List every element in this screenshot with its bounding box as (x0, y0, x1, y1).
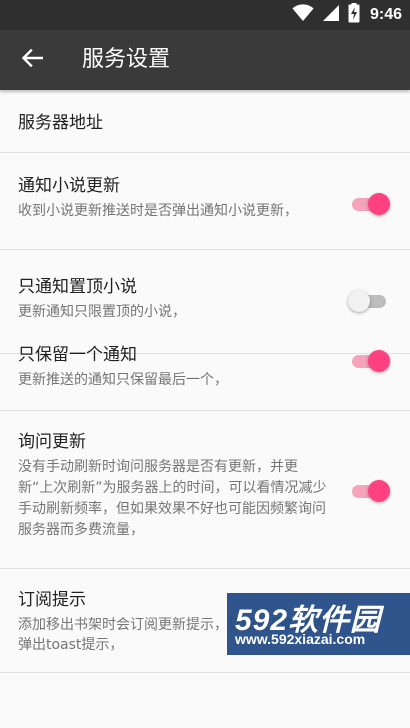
setting-notify-novel-update[interactable]: 通知小说更新 收到小说更新推送时是否弹出通知小说更新， (0, 153, 410, 250)
page-title: 服务设置 (82, 47, 171, 72)
setting-title: 只保留一个通知 (18, 345, 137, 365)
setting-summary: 收到小说更新推送时是否弹出通知小说更新， (18, 203, 298, 219)
watermark-url: www.592xiazai.com (235, 631, 366, 647)
setting-summary: 更新通知只限置顶的小说， (18, 304, 186, 320)
setting-keep-one-notification[interactable]: 只保留一个通知 更新推送的通知只保留最后一个， (0, 344, 410, 411)
setting-notify-pinned-only[interactable]: 只通知置顶小说 更新通知只限置顶的小说， (0, 250, 410, 354)
status-time: 9:46 (369, 6, 402, 23)
setting-title: 通知小说更新 (18, 176, 120, 196)
arrow-left-icon (21, 47, 44, 73)
setting-summary: 没有手动刷新时询问服务器是否有更新，并更新“上次刷新”为服务器上的时间，可以看情… (18, 459, 327, 538)
signal-icon (322, 4, 340, 26)
setting-ask-update[interactable]: 询问更新 没有手动刷新时询问服务器是否有更新，并更新“上次刷新”为服务器上的时间… (0, 411, 410, 569)
notify-update-switch[interactable] (350, 193, 390, 215)
ask-update-switch[interactable] (350, 480, 390, 502)
setting-title: 只通知置顶小说 (18, 277, 137, 297)
keep-one-switch[interactable] (350, 350, 390, 372)
status-bar: 9:46 (0, 0, 410, 30)
battery-charging-icon (348, 3, 360, 27)
back-button[interactable] (14, 42, 50, 78)
settings-list: 服务器地址 通知小说更新 收到小说更新推送时是否弹出通知小说更新， 只通知置顶小… (0, 92, 410, 673)
setting-summary: 更新推送的通知只保留最后一个， (18, 372, 228, 388)
toolbar: 服务设置 (0, 30, 410, 90)
setting-server-address[interactable]: 服务器地址 (0, 92, 410, 153)
setting-title: 询问更新 (18, 432, 86, 452)
wifi-icon (292, 4, 314, 26)
setting-title: 服务器地址 (18, 113, 103, 133)
pinned-only-switch[interactable] (348, 290, 388, 312)
watermark-logo: 592软件园 www.592xiazai.com (227, 593, 410, 655)
